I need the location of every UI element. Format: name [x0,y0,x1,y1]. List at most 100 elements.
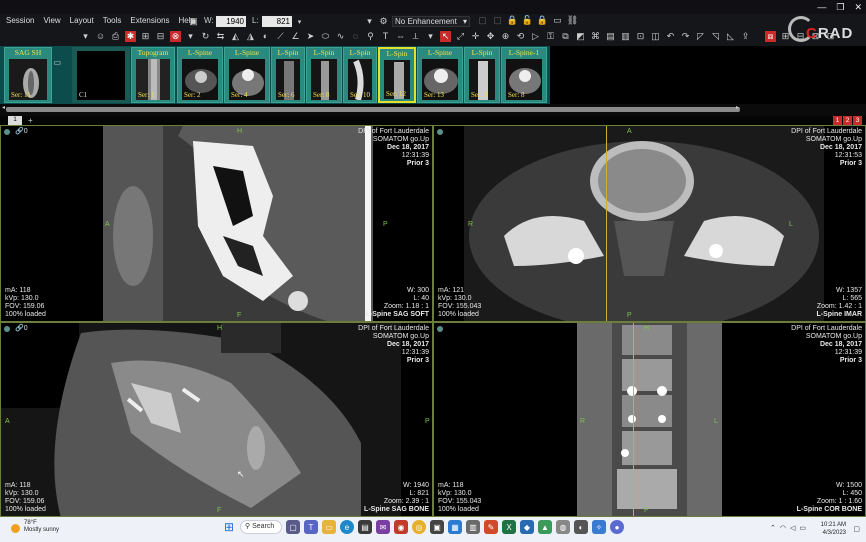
app-viewer-icon[interactable]: ▣ [430,520,444,534]
app-red-icon[interactable]: ◉ [394,520,408,534]
series-icon[interactable]: ◫ [650,31,661,42]
dropdown-icon[interactable]: ▾ [364,16,375,27]
app-doc-icon[interactable]: ▥ [466,520,480,534]
rotate-icon[interactable]: ↻ [200,31,211,42]
series-thumb-9[interactable]: L-Spin Ser: 12 [378,47,416,103]
folder-icon[interactable]: ▭ [552,15,563,26]
roi-icon[interactable]: ◌ [350,31,361,42]
reset-icon[interactable]: ⟲ [515,31,526,42]
print-icon[interactable]: ⎙ [110,31,121,42]
link-icon[interactable]: 🔗0 [15,324,28,332]
ellipse-icon[interactable]: ⬭ [320,31,331,42]
taskbar-clock[interactable]: 10:21 AM 4/3/2023 [821,521,846,537]
invert-icon[interactable]: ◐ [260,31,271,42]
measure-icon[interactable]: ⟋ [275,31,286,42]
mirror-icon[interactable]: ◭ [230,31,241,42]
app-dark-icon[interactable]: ◐ [574,520,588,534]
page-2[interactable]: 2 [843,116,852,125]
dropdown-icon[interactable]: ▾ [185,31,196,42]
series-thumb-7[interactable]: L-Spin Ser: 8 [306,47,342,103]
store-icon[interactable]: ▤ [358,520,372,534]
pointer-icon[interactable]: ↖ [440,31,451,42]
menu-view[interactable]: View [43,16,60,25]
tab-1[interactable]: 1 [8,116,22,125]
compare-icon[interactable]: ⧉ [560,31,571,42]
series-thumb-2[interactable]: C1 [72,47,130,103]
copy-icon[interactable]: ▢ [477,15,488,26]
menu-tools[interactable]: Tools [103,16,122,25]
page-1[interactable]: 1 [833,116,842,125]
tilt-icon[interactable]: ◸ [695,31,706,42]
start-icon[interactable]: ⊞ [222,520,236,534]
series-scrollbar[interactable] [6,107,740,112]
mirror-alt-icon[interactable]: ◮ [245,31,256,42]
redo-icon[interactable]: ↷ [680,31,691,42]
layout-icon[interactable]: ⊞ [140,31,151,42]
app-circle-icon[interactable]: ● [610,520,624,534]
wl-dropdown-icon[interactable]: ▾ [294,17,305,28]
teams-icon[interactable]: T [304,520,318,534]
enhancement-select[interactable]: No Enhancement ▾ [392,16,470,27]
tray-overflow-icon[interactable]: ⌃ [770,524,776,532]
series-thumb-1[interactable]: SAG SH Ser: 11 ▭ [4,47,61,103]
wifi-icon[interactable]: ◠ [780,524,786,532]
task-view-icon[interactable]: ▢ [286,520,300,534]
weather-icon[interactable] [11,524,20,533]
grid-icon[interactable]: ⊟ [155,31,166,42]
weather-widget[interactable]: 78°F Mostly sunny [24,520,59,534]
app-chart-icon[interactable]: ▦ [448,520,462,534]
crosshair-icon[interactable]: ✛ [470,31,481,42]
user-icon[interactable]: ☺ [95,31,106,42]
app-blue-icon[interactable]: ◆ [520,520,534,534]
monitor-icon[interactable]: ▣ [188,16,199,27]
edge-icon[interactable]: e [340,520,354,534]
link-icon[interactable]: 🔗0 [15,127,28,135]
report-icon[interactable]: ▥ [620,31,631,42]
series-thumb-5[interactable]: L-Spine Ser: 4 [224,47,270,103]
note-icon[interactable]: ▤ [605,31,616,42]
freehand-icon[interactable]: ∿ [335,31,346,42]
menu-layout[interactable]: Layout [70,16,94,25]
app-paint-icon[interactable]: ✎ [484,520,498,534]
teams-chat-icon[interactable]: ✉ [376,520,390,534]
cine-icon[interactable]: ▷ [530,31,541,42]
viewport-sag-soft[interactable]: 🔗0 DPI of Fort Lauderdale SOMATOM go.Up … [0,125,433,322]
file-explorer-icon[interactable]: ▭ [322,520,336,534]
window-level-field[interactable]: 821 [262,16,292,27]
link-icon[interactable]: ⛓ [567,15,578,26]
add-tab-icon[interactable]: + [28,116,33,125]
arrow-icon[interactable]: ➤ [305,31,316,42]
hanging-protocol-icon[interactable]: ⧈ [765,31,776,42]
app-green-icon[interactable]: ▲ [538,520,552,534]
menu-session[interactable]: Session [6,16,34,25]
undo-icon[interactable]: ↶ [665,31,676,42]
preset-icon[interactable]: ◺ [725,31,736,42]
chrome-icon[interactable]: ◎ [412,520,426,534]
cobb-icon[interactable]: ⟂ [410,31,421,42]
text-icon[interactable]: T [380,31,391,42]
page-3[interactable]: 3 [853,116,862,125]
scroll-left-icon[interactable]: ◂ [2,104,5,111]
export-icon[interactable]: ⇪ [740,31,751,42]
alert-icon[interactable]: ✱ [125,31,136,42]
unlock-icon[interactable]: 🔓 [522,15,533,26]
magnify-icon[interactable]: ⚲ [365,31,376,42]
angle-icon[interactable]: ∠ [290,31,301,42]
viewport-sag-bone[interactable]: 🔗0 DPI of Fort Lauderdale SOMATOM go.Up … [0,322,433,517]
key-image-icon[interactable]: ⚿ [545,31,556,42]
viewport-axial-imar[interactable]: DPI of Fort Lauderdale SOMATOM go.Up Dec… [433,125,866,322]
series-thumb-8[interactable]: L-Spin Ser: 10 [343,47,377,103]
series-thumb-6[interactable]: L-Spin Ser: 6 [271,47,305,103]
calibrate-icon[interactable]: ⇔ [395,31,406,42]
zoom-icon[interactable]: ⊕ [500,31,511,42]
series-thumb-12[interactable]: L-Spine-1 Ser: 8 [501,47,547,103]
app-tool-icon[interactable]: ✧ [592,520,606,534]
series-thumb-10[interactable]: L-Spine Ser: 13 [417,47,463,103]
sync-icon[interactable]: ⊗ [170,31,181,42]
menu-extensions[interactable]: Extensions [130,16,169,25]
mpr-icon[interactable]: ◩ [575,31,586,42]
window-icon[interactable]: ◹ [710,31,721,42]
comment-icon[interactable]: ▭ [53,58,61,67]
pan-icon[interactable]: ✥ [485,31,496,42]
fit-icon[interactable]: ⤢ [455,31,466,42]
